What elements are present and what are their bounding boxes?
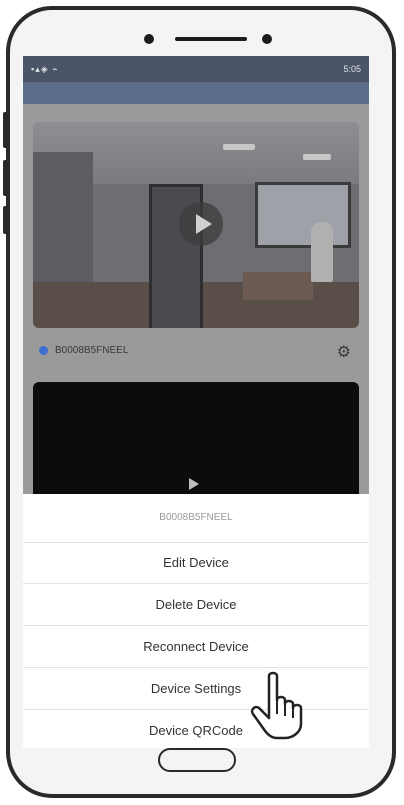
volume-down-button [3, 160, 8, 196]
reconnect-device-button[interactable]: Reconnect Device [23, 626, 369, 668]
camera-preview[interactable] [33, 122, 359, 328]
status-time: 5:05 [343, 64, 361, 74]
action-sheet: B0008B5FNEEL Edit Device Delete Device R… [23, 494, 369, 748]
delete-device-button[interactable]: Delete Device [23, 584, 369, 626]
phone-screen: ▪▴◈ ⌁ 5:05 B0008B5FNEEL ⚙ B0008B5FNEEL E… [23, 56, 369, 748]
status-icons: ▪▴◈ ⌁ [31, 64, 59, 74]
top-bezel [10, 10, 392, 62]
preview-desk [243, 272, 313, 300]
hand-pointer-icon [250, 671, 303, 740]
speaker-grille [175, 37, 247, 41]
app-header [23, 82, 369, 104]
home-button[interactable] [158, 748, 236, 772]
edit-device-button[interactable]: Edit Device [23, 542, 369, 584]
online-dot-icon [39, 346, 48, 355]
device-settings-button[interactable]: Device Settings [23, 668, 369, 710]
status-bar: ▪▴◈ ⌁ 5:05 [23, 56, 369, 82]
play-icon[interactable] [189, 478, 199, 490]
play-icon [196, 214, 212, 234]
preview-light [223, 144, 255, 150]
device-list: B0008B5FNEEL ⚙ [23, 104, 369, 532]
play-button[interactable] [179, 202, 223, 246]
device-name: B0008B5FNEEL [55, 345, 129, 356]
volume-up-button [3, 112, 8, 148]
front-camera-icon [144, 34, 154, 44]
device-qrcode-button[interactable]: Device QRCode [23, 710, 369, 748]
preview-light [303, 154, 331, 160]
gear-icon[interactable]: ⚙ [337, 342, 351, 362]
device-row[interactable]: B0008B5FNEEL ⚙ [33, 336, 359, 366]
preview-person [311, 222, 333, 282]
sensor-icon [262, 34, 272, 44]
action-sheet-title: B0008B5FNEEL [23, 494, 369, 543]
side-button [3, 206, 8, 234]
preview-window [255, 182, 351, 248]
